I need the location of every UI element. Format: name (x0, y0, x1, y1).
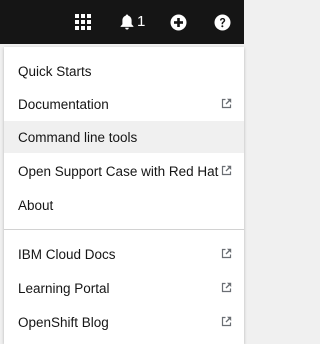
bell-icon (120, 14, 134, 30)
menu-item-command-line-tools[interactable]: Command line tools (4, 121, 244, 153)
menu-item-label: Quick Starts (18, 63, 92, 79)
menu-item-label: About (18, 197, 54, 213)
menu-item-learning-portal[interactable]: Learning Portal (4, 272, 244, 304)
notifications-button[interactable]: 1 (120, 13, 145, 31)
menu-item-documentation[interactable]: Documentation (4, 88, 244, 120)
plus-circle-icon[interactable] (170, 13, 187, 31)
external-link-icon (221, 316, 232, 327)
help-menu: Quick Starts Documentation Command line … (4, 47, 244, 344)
external-link-icon (221, 165, 232, 176)
notification-count: 1 (137, 13, 146, 30)
menu-item-open-support-case[interactable]: Open Support Case with Red Hat (4, 155, 244, 187)
menu-item-label: Documentation (18, 96, 109, 112)
menu-item-label: Learning Portal (18, 280, 110, 296)
menu-item-label: IBM Cloud Docs (18, 246, 116, 262)
menu-item-openshift-blog[interactable]: OpenShift Blog (4, 306, 244, 338)
external-link-icon (221, 282, 232, 293)
menu-item-about[interactable]: About (4, 189, 244, 221)
question-circle-icon[interactable] (214, 13, 231, 31)
menu-item-ibm-cloud-docs[interactable]: IBM Cloud Docs (4, 238, 244, 270)
menu-item-label: Command line tools (18, 129, 138, 145)
app-launcher-icon[interactable] (74, 13, 92, 31)
masthead: 1 (0, 0, 244, 44)
external-link-icon (221, 98, 232, 109)
menu-item-label: Open Support Case with Red Hat (18, 163, 219, 179)
external-link-icon (221, 248, 232, 259)
menu-item-label: OpenShift Blog (18, 314, 109, 330)
menu-item-quick-starts[interactable]: Quick Starts (4, 55, 244, 87)
menu-divider (4, 229, 244, 230)
